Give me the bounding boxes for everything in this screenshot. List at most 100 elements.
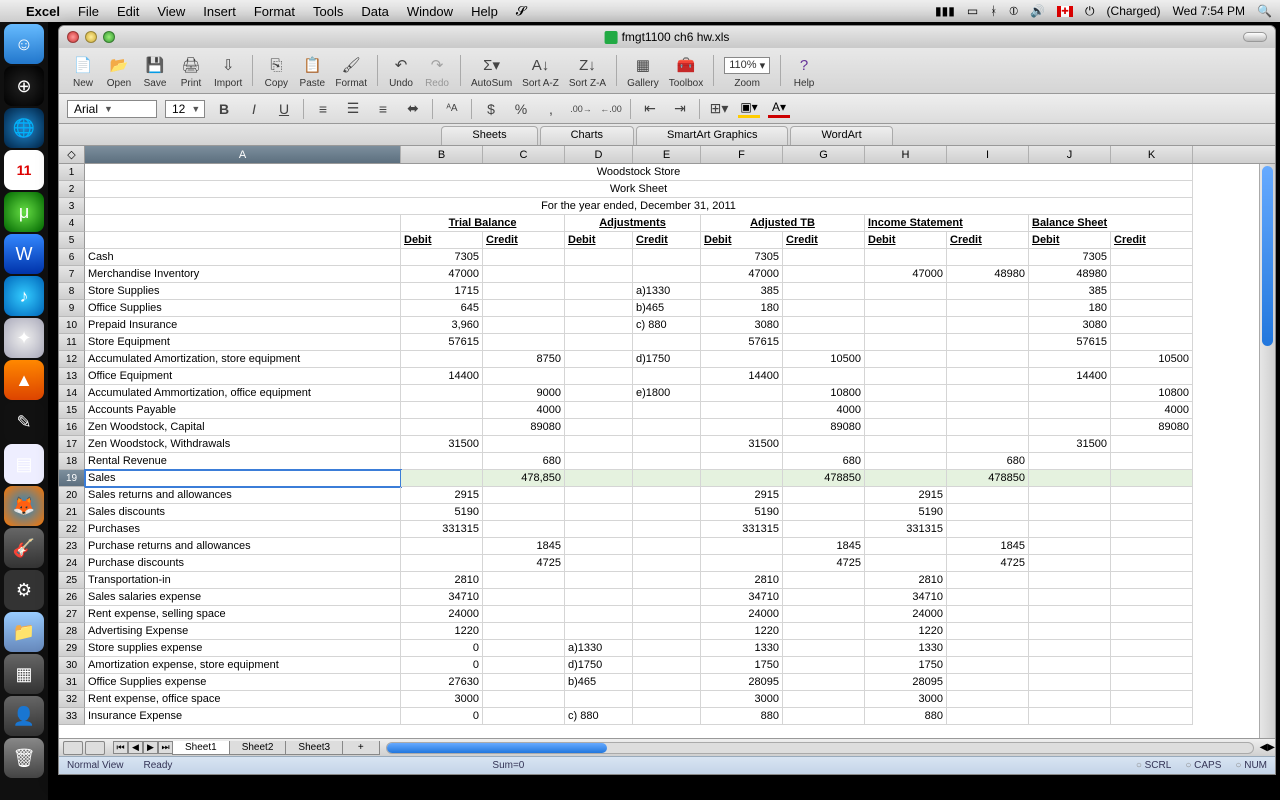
cell[interactable] [483, 317, 565, 334]
cell[interactable] [565, 317, 633, 334]
align-right-icon[interactable]: ≡ [372, 99, 394, 119]
cell[interactable] [947, 606, 1029, 623]
align-center-icon[interactable]: ☰ [342, 99, 364, 119]
cell[interactable] [565, 249, 633, 266]
cell[interactable] [701, 538, 783, 555]
cell[interactable]: 5190 [401, 504, 483, 521]
row-header[interactable]: 10 [59, 317, 85, 334]
col-header-F[interactable]: F [701, 146, 783, 163]
cell[interactable]: 385 [1029, 283, 1111, 300]
vertical-scrollbar[interactable] [1259, 164, 1275, 738]
dock-safari[interactable]: ✦ [4, 318, 44, 358]
row-header[interactable]: 11 [59, 334, 85, 351]
dock-garageband[interactable]: 🎸 [4, 528, 44, 568]
col-header-J[interactable]: J [1029, 146, 1111, 163]
cell[interactable] [1111, 708, 1193, 725]
row-header[interactable]: 21 [59, 504, 85, 521]
cell[interactable]: a)1330 [633, 283, 701, 300]
minimize-button[interactable] [85, 31, 97, 43]
copy-icon[interactable]: ⎘ [263, 53, 289, 77]
cell[interactable]: 4725 [483, 555, 565, 572]
cell[interactable]: Balance Sheet [1029, 215, 1193, 232]
cell[interactable]: 1750 [701, 657, 783, 674]
cell[interactable] [1111, 266, 1193, 283]
cell[interactable]: 645 [401, 300, 483, 317]
spotlight-icon[interactable]: 🔍 [1257, 4, 1272, 18]
cell[interactable]: 47000 [401, 266, 483, 283]
row-header[interactable]: 12 [59, 351, 85, 368]
cell[interactable]: 48980 [947, 266, 1029, 283]
cell[interactable] [565, 623, 633, 640]
cell[interactable] [565, 589, 633, 606]
cell[interactable]: Debit [701, 232, 783, 249]
cell[interactable] [701, 470, 783, 487]
borders-icon[interactable]: ⊞▾ [708, 99, 730, 119]
row-header[interactable]: 20 [59, 487, 85, 504]
cell[interactable]: Debit [401, 232, 483, 249]
cell[interactable]: Transportation-in [85, 572, 401, 589]
cell[interactable] [947, 708, 1029, 725]
cell[interactable] [783, 657, 865, 674]
row-header[interactable]: 29 [59, 640, 85, 657]
cell[interactable] [783, 249, 865, 266]
cell[interactable]: 3080 [1029, 317, 1111, 334]
row-header[interactable]: 28 [59, 623, 85, 640]
cell[interactable] [565, 351, 633, 368]
cell[interactable] [565, 368, 633, 385]
row-header[interactable]: 15 [59, 402, 85, 419]
cell[interactable]: 1330 [865, 640, 947, 657]
cell[interactable]: Sales returns and allowances [85, 487, 401, 504]
cell[interactable]: Rent expense, office space [85, 691, 401, 708]
row-header[interactable]: 32 [59, 691, 85, 708]
cell[interactable]: b)465 [633, 300, 701, 317]
cell[interactable] [85, 232, 401, 249]
cell[interactable] [783, 572, 865, 589]
cell[interactable] [783, 640, 865, 657]
cell[interactable]: Merchandise Inventory [85, 266, 401, 283]
cell[interactable]: 10500 [783, 351, 865, 368]
cell[interactable] [633, 368, 701, 385]
cell[interactable] [1029, 640, 1111, 657]
cell[interactable] [1111, 623, 1193, 640]
cell[interactable]: Work Sheet [85, 181, 1193, 198]
tab-sheets[interactable]: Sheets [441, 126, 537, 145]
menu-view[interactable]: View [157, 4, 185, 19]
cell[interactable]: 57615 [401, 334, 483, 351]
cell[interactable]: 331315 [401, 521, 483, 538]
dock-inkscape[interactable]: ✎ [4, 402, 44, 442]
cell[interactable]: Insurance Expense [85, 708, 401, 725]
align-left-icon[interactable]: ≡ [312, 99, 334, 119]
cell[interactable]: 47000 [701, 266, 783, 283]
cell[interactable] [1111, 300, 1193, 317]
cell[interactable]: For the year ended, December 31, 2011 [85, 198, 1193, 215]
dock-finder[interactable]: ☺ [4, 24, 44, 64]
cell[interactable] [865, 402, 947, 419]
cell[interactable]: Purchase returns and allowances [85, 538, 401, 555]
redo-icon[interactable]: ↷ [424, 53, 450, 77]
indent-right-icon[interactable]: ⇥ [669, 99, 691, 119]
app-menu[interactable]: Excel [26, 4, 60, 19]
cell[interactable] [633, 334, 701, 351]
cell[interactable] [947, 317, 1029, 334]
cell[interactable] [947, 640, 1029, 657]
cell[interactable] [483, 691, 565, 708]
cell[interactable] [1029, 538, 1111, 555]
cell[interactable]: 4725 [947, 555, 1029, 572]
cell[interactable]: 3000 [401, 691, 483, 708]
dock-itunes[interactable]: ♪ [4, 276, 44, 316]
row-header[interactable]: 17 [59, 436, 85, 453]
cell[interactable] [483, 334, 565, 351]
cell[interactable]: 1845 [947, 538, 1029, 555]
cell[interactable] [565, 555, 633, 572]
cell[interactable]: Debit [865, 232, 947, 249]
cell[interactable]: 331315 [865, 521, 947, 538]
cell[interactable] [483, 572, 565, 589]
cell[interactable] [633, 708, 701, 725]
cell[interactable]: 14400 [1029, 368, 1111, 385]
cell[interactable] [1029, 572, 1111, 589]
cell[interactable] [1111, 504, 1193, 521]
cell[interactable] [483, 487, 565, 504]
cell[interactable]: 1845 [783, 538, 865, 555]
dec-decimal-icon[interactable]: ←.00 [600, 99, 622, 119]
cell[interactable] [483, 283, 565, 300]
